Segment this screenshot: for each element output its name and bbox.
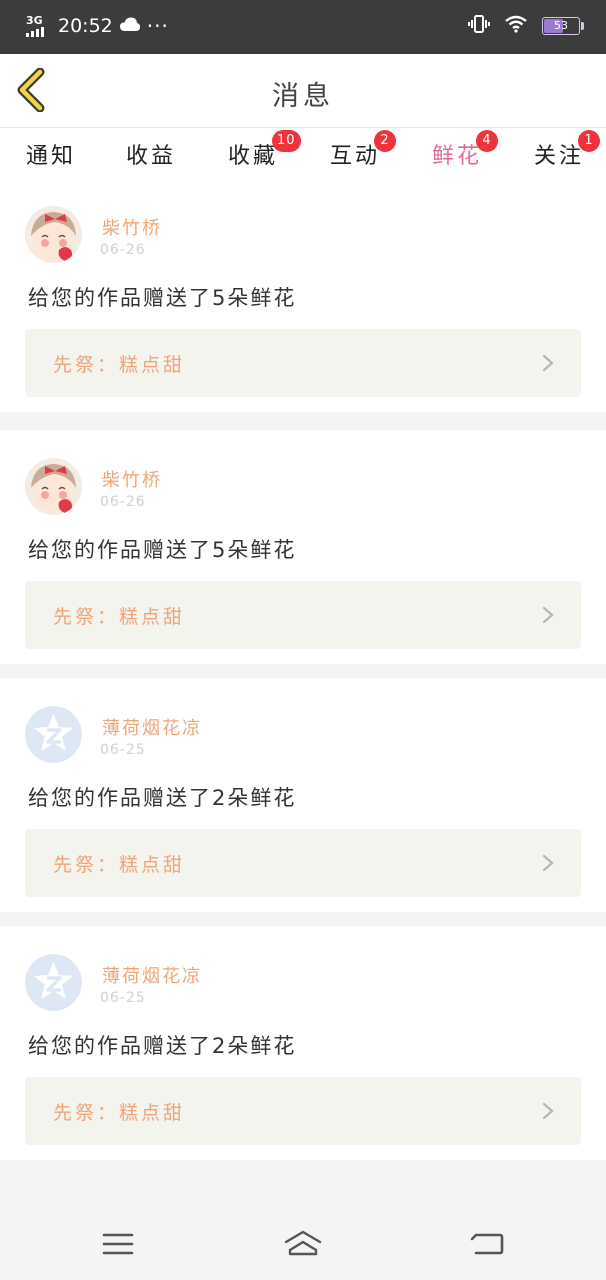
tab-label: 关注 [534, 144, 585, 169]
tab-interactions[interactable]: 互动 2 [330, 130, 396, 170]
back-nav-button[interactable] [468, 1228, 508, 1260]
tab-label: 通知 [26, 144, 77, 169]
menu-button[interactable] [98, 1228, 138, 1260]
user-name[interactable]: 柴竹桥 [102, 214, 162, 240]
chevron-right-icon [542, 854, 554, 872]
vibrate-icon [468, 14, 490, 38]
tab-label: 收藏 [228, 144, 279, 169]
tab-bar: 通知 收益 收藏 10 互动 2 鲜花 4 关注 1 [0, 128, 606, 182]
wifi-icon [504, 15, 528, 37]
list-item: 薄荷烟花凉 06-25 给您的作品赠送了2朵鲜花 先祭：糕点甜 [0, 678, 606, 912]
message-date: 06-26 [100, 242, 146, 258]
unread-badge: 2 [374, 130, 396, 152]
work-link[interactable]: 先祭：糕点甜 [25, 581, 581, 649]
return-icon [470, 1233, 504, 1255]
unread-badge: 4 [476, 130, 498, 152]
message-text: 给您的作品赠送了5朵鲜花 [28, 286, 297, 310]
cloud-icon [119, 15, 141, 37]
menu-icon [102, 1233, 134, 1255]
work-link[interactable]: 先祭：糕点甜 [25, 829, 581, 897]
work-link[interactable]: 先祭：糕点甜 [25, 1077, 581, 1145]
list-item: 柴竹桥 06-26 给您的作品赠送了5朵鲜花 先祭：糕点甜 [0, 430, 606, 664]
unread-badge: 10 [272, 130, 301, 152]
user-name[interactable]: 薄荷烟花凉 [102, 714, 202, 740]
tab-flowers[interactable]: 鲜花 4 [432, 130, 498, 182]
tab-earnings[interactable]: 收益 [126, 138, 176, 170]
tab-notice[interactable]: 通知 [26, 138, 76, 170]
work-link[interactable]: 先祭：糕点甜 [25, 329, 581, 397]
page-title: 消息 [272, 81, 334, 112]
message-date: 06-25 [100, 990, 146, 1006]
system-nav-bar [0, 1210, 606, 1280]
cellular-signal-icon: 3G [26, 15, 52, 37]
message-text: 给您的作品赠送了2朵鲜花 [28, 786, 297, 810]
avatar[interactable] [25, 206, 82, 263]
home-button[interactable] [283, 1228, 323, 1260]
user-name[interactable]: 薄荷烟花凉 [102, 962, 202, 988]
home-icon [284, 1230, 322, 1256]
tab-label: 收益 [126, 144, 177, 169]
chevron-right-icon [542, 606, 554, 624]
tab-label: 互动 [330, 144, 381, 169]
chevron-right-icon [542, 1102, 554, 1120]
avatar[interactable] [25, 706, 82, 763]
message-date: 06-25 [100, 742, 146, 758]
battery-icon: 53 [542, 17, 584, 35]
work-title: 先祭：糕点甜 [53, 354, 186, 376]
avatar[interactable] [25, 458, 82, 515]
message-text: 给您的作品赠送了2朵鲜花 [28, 1034, 297, 1058]
more-notifications-icon: ··· [146, 14, 169, 38]
status-time: 20:52 [58, 15, 113, 37]
work-title: 先祭：糕点甜 [53, 1102, 186, 1124]
chevron-right-icon [542, 354, 554, 372]
list-item: 柴竹桥 06-26 给您的作品赠送了5朵鲜花 先祭：糕点甜 [0, 178, 606, 412]
message-date: 06-26 [100, 494, 146, 510]
unread-badge: 1 [578, 130, 600, 152]
message-text: 给您的作品赠送了5朵鲜花 [28, 538, 297, 562]
tab-following[interactable]: 关注 1 [534, 130, 600, 170]
network-type: 3G [26, 14, 43, 27]
battery-level: 53 [554, 19, 568, 32]
status-bar: 3G 20:52 ··· 53 [0, 0, 606, 54]
tab-label: 鲜花 [432, 144, 483, 169]
user-name[interactable]: 柴竹桥 [102, 466, 162, 492]
list-item: 薄荷烟花凉 06-25 给您的作品赠送了2朵鲜花 先祭：糕点甜 [0, 926, 606, 1160]
tab-favorites[interactable]: 收藏 10 [228, 130, 301, 170]
work-title: 先祭：糕点甜 [53, 854, 186, 876]
work-title: 先祭：糕点甜 [53, 606, 186, 628]
title-bar: 消息 [0, 54, 606, 128]
avatar[interactable] [25, 954, 82, 1011]
